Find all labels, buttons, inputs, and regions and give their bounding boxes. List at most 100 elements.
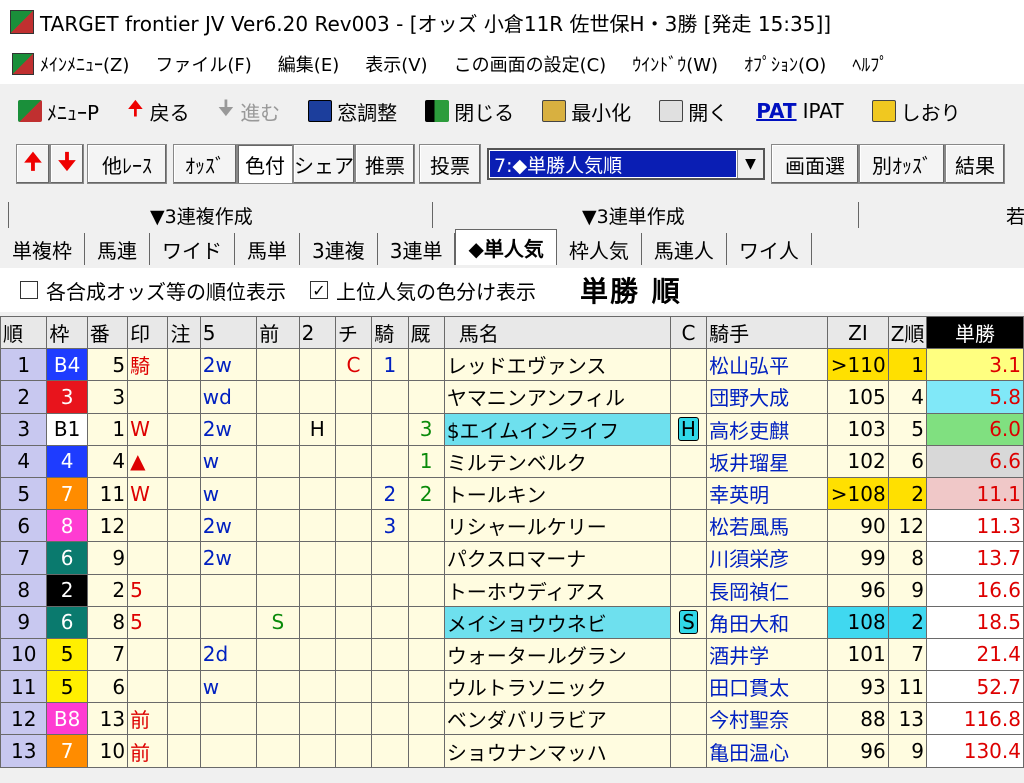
number-cell[interactable]: 9	[86, 541, 129, 575]
col-check[interactable]: チ	[334, 315, 373, 350]
number-cell[interactable]: 4	[86, 444, 129, 478]
waku-cell[interactable]: 7	[46, 476, 88, 511]
prev-cell[interactable]	[256, 670, 300, 704]
result-button[interactable]: 結果	[945, 144, 1005, 184]
table-row[interactable]: 1 B4 5 騎 2w C 1 レッドエヴァンス 松山弘平 >110 1 3.1	[0, 348, 1024, 382]
jockey-cell[interactable]: 川須栄彦	[706, 541, 829, 575]
mark-cell[interactable]	[127, 380, 169, 414]
zi-cell[interactable]: 90	[827, 509, 889, 543]
win-odds-cell[interactable]: 21.4	[926, 637, 1024, 672]
screen-select-button[interactable]: 画面選	[771, 144, 859, 184]
vote-button[interactable]: 投票	[419, 144, 481, 184]
jockey-cell[interactable]: 坂井瑠星	[706, 444, 829, 478]
prev-race-button[interactable]: 🠉	[16, 144, 50, 184]
color-button[interactable]: 色付	[237, 144, 293, 184]
other-odds-button[interactable]: 別ｵｯｽﾞ	[859, 144, 945, 184]
menu-file[interactable]: ファイル(F)	[155, 51, 251, 77]
waku-cell[interactable]: 6	[46, 541, 88, 575]
prev-cell[interactable]	[256, 444, 300, 478]
col-win-odds[interactable]: 単勝	[926, 315, 1024, 350]
c-cell[interactable]	[669, 702, 708, 736]
horse-name-cell[interactable]: トーホウディアス	[443, 573, 671, 607]
open-button[interactable]: 開く	[659, 97, 728, 126]
col-prev[interactable]: 前	[256, 315, 300, 350]
col-jockey-mark[interactable]: 騎	[371, 315, 409, 350]
table-row[interactable]: 10 5 7 2d ウォータールグラン 酒井学 101 7 21.4	[0, 637, 1024, 672]
prev-cell[interactable]	[256, 476, 300, 511]
stable-cell[interactable]	[407, 734, 445, 768]
jockey-mark-cell[interactable]	[371, 573, 409, 607]
win-odds-cell[interactable]: 5.8	[926, 380, 1024, 414]
mark-cell[interactable]: 前	[127, 734, 169, 768]
menu-options[interactable]: ｵﾌﾟｼｮﾝ(O)	[744, 51, 826, 77]
check-cell[interactable]	[334, 380, 373, 414]
prev-cell[interactable]	[256, 702, 300, 736]
jockey-cell[interactable]: 団野大成	[706, 380, 829, 414]
f5-cell[interactable]: 2w	[199, 348, 258, 382]
tab-wide[interactable]: ワイド	[150, 233, 235, 265]
note-cell[interactable]	[167, 573, 201, 607]
share-button[interactable]: シェア	[293, 144, 355, 184]
prev-cell[interactable]: S	[256, 605, 300, 639]
tab-trio-create[interactable]: ▼3連複作成	[150, 202, 253, 229]
next-race-button[interactable]: 🠋	[50, 144, 84, 184]
jockey-cell[interactable]: 長岡禎仁	[706, 573, 829, 607]
waku-cell[interactable]: B4	[46, 348, 88, 382]
mark-cell[interactable]: 騎	[127, 348, 169, 382]
f2-cell[interactable]	[298, 637, 336, 672]
stable-cell[interactable]	[407, 380, 445, 414]
c-cell[interactable]	[669, 509, 708, 543]
menu-screen-settings[interactable]: この画面の設定(C)	[454, 51, 607, 77]
stable-cell[interactable]	[407, 509, 445, 543]
f5-cell[interactable]: 2w	[199, 509, 258, 543]
forward-button[interactable]: 🠋 進む	[218, 94, 281, 128]
horse-name-cell[interactable]: ショウナンマッハ	[443, 734, 671, 768]
col-note[interactable]: 注	[167, 315, 201, 350]
stable-cell[interactable]: 3	[407, 412, 445, 446]
f5-cell[interactable]: wd	[199, 380, 258, 414]
horse-name-cell[interactable]: ウルトラソニック	[443, 670, 671, 704]
z-rank-cell[interactable]: 5	[887, 412, 928, 446]
note-cell[interactable]	[167, 476, 201, 511]
f5-cell[interactable]: w	[199, 670, 258, 704]
win-odds-cell[interactable]: 52.7	[926, 670, 1024, 704]
f2-cell[interactable]	[298, 348, 336, 382]
f5-cell[interactable]	[199, 573, 258, 607]
jockey-cell[interactable]: 高杉吏麒	[706, 412, 829, 446]
number-cell[interactable]: 7	[86, 637, 129, 672]
horse-name-cell[interactable]: パクスロマーナ	[443, 541, 671, 575]
tab-win-popularity[interactable]: ◆単人気	[455, 229, 557, 265]
horse-name-cell[interactable]: メイショウウネビ	[443, 605, 671, 639]
menu-p-button[interactable]: ﾒﾆｭｰP	[18, 97, 99, 126]
f2-cell[interactable]	[298, 380, 336, 414]
back-button[interactable]: 🠉 戻る	[127, 94, 190, 128]
menu-view[interactable]: 表示(V)	[365, 51, 427, 77]
check-cell[interactable]	[334, 734, 373, 768]
jockey-mark-cell[interactable]	[371, 380, 409, 414]
check-cell[interactable]	[334, 573, 373, 607]
c-cell[interactable]	[669, 637, 708, 672]
tab-right-group[interactable]: 若	[1006, 202, 1024, 229]
stable-cell[interactable]	[407, 702, 445, 736]
waku-cell[interactable]: 3	[46, 380, 88, 414]
win-odds-cell[interactable]: 6.6	[926, 444, 1024, 478]
check-cell[interactable]	[334, 637, 373, 672]
note-cell[interactable]	[167, 670, 201, 704]
note-cell[interactable]	[167, 380, 201, 414]
number-cell[interactable]: 11	[86, 476, 129, 511]
note-cell[interactable]	[167, 605, 201, 639]
rank-cell[interactable]: 10	[0, 637, 48, 672]
mark-cell[interactable]: W	[127, 412, 169, 446]
number-cell[interactable]: 3	[86, 380, 129, 414]
rank-cell[interactable]: 4	[0, 444, 48, 478]
rank-cell[interactable]: 5	[0, 476, 48, 511]
jockey-mark-cell[interactable]	[371, 670, 409, 704]
jockey-cell[interactable]: 松若風馬	[706, 509, 829, 543]
jockey-mark-cell[interactable]: 1	[371, 348, 409, 382]
jockey-cell[interactable]: 幸英明	[706, 476, 829, 511]
col-z-rank[interactable]: Z順	[887, 315, 928, 350]
jockey-cell[interactable]: 酒井学	[706, 637, 829, 672]
col-jockey[interactable]: 騎手	[706, 315, 829, 350]
win-odds-cell[interactable]: 3.1	[926, 348, 1024, 382]
f5-cell[interactable]: 2w	[199, 412, 258, 446]
